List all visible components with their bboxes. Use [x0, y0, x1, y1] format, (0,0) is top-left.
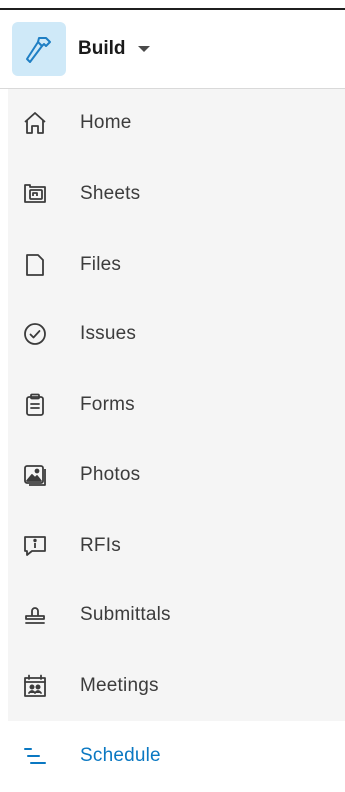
stamp-icon	[22, 602, 48, 628]
sidebar-item-label: Sheets	[80, 183, 141, 204]
check-circle-icon	[22, 321, 48, 347]
app-header: Build	[0, 10, 345, 89]
sidebar-item-label: Forms	[80, 394, 135, 415]
sidebar-item-forms[interactable]: Forms	[0, 370, 345, 440]
sidebar-item-label: Meetings	[80, 675, 159, 696]
hammer-icon	[26, 37, 51, 63]
sidebar-item-rfis[interactable]: RFIs	[0, 511, 345, 581]
schedule-icon	[22, 743, 48, 769]
sidebar-item-label: Files	[80, 254, 122, 275]
sidebar-item-label: Photos	[80, 464, 141, 485]
sidebar-item-label: Schedule	[80, 745, 161, 766]
calendar-people-icon	[22, 673, 48, 699]
app-name: Build	[78, 38, 126, 59]
home-icon	[22, 110, 48, 136]
clipboard-icon	[22, 392, 48, 418]
file-icon	[22, 252, 48, 278]
sidebar-item-label: Issues	[80, 323, 137, 344]
app-logo-tile	[12, 22, 66, 76]
sidebar-item-issues[interactable]: Issues	[0, 299, 345, 369]
sidebar-item-label: Submittals	[80, 604, 171, 625]
sidebar-item-submittals[interactable]: Submittals	[0, 580, 345, 650]
sidebar-item-sheets[interactable]: Sheets	[0, 159, 345, 229]
sidebar-item-schedule[interactable]: Schedule	[0, 721, 345, 791]
sidebar-item-home[interactable]: Home	[0, 88, 345, 158]
sidebar-item-label: Home	[80, 112, 132, 133]
sheets-icon	[22, 181, 48, 207]
chevron-down-icon	[137, 46, 150, 52]
photo-icon	[22, 462, 48, 488]
sidebar-item-label: RFIs	[80, 535, 121, 556]
sidebar-item-meetings[interactable]: Meetings	[0, 651, 345, 721]
sidebar-item-photos[interactable]: Photos	[0, 440, 345, 510]
info-bubble-icon	[22, 533, 48, 559]
app-switcher-button[interactable]: Build	[0, 22, 150, 76]
sidebar-item-files[interactable]: Files	[0, 230, 345, 300]
